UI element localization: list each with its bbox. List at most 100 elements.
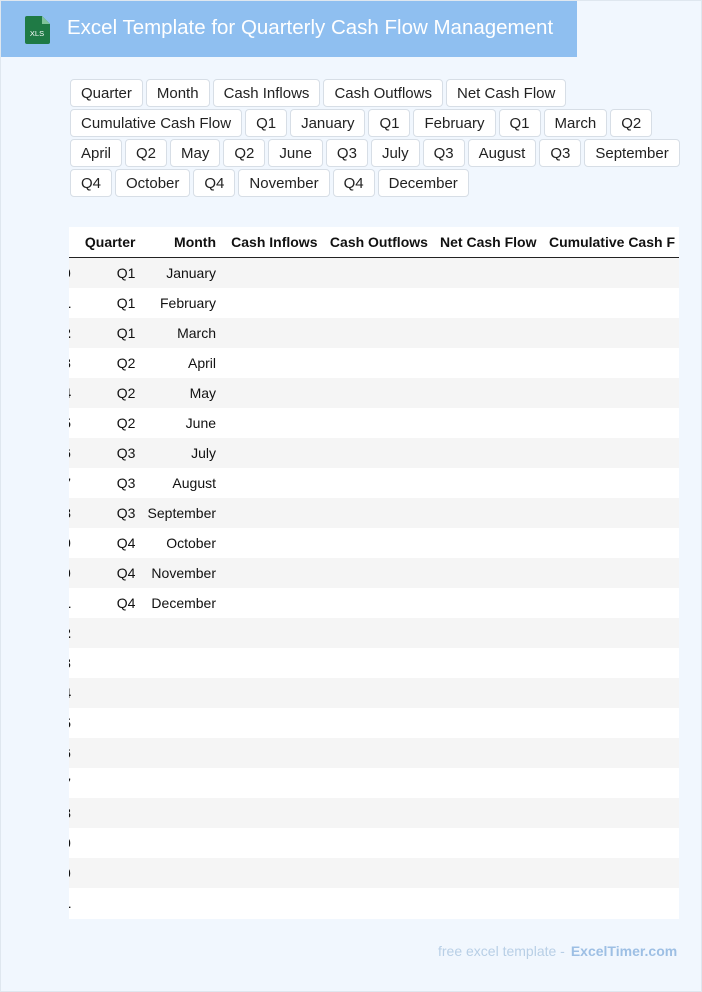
table-cell[interactable] [220,288,322,318]
table-cell[interactable] [220,828,322,858]
table-cell[interactable] [431,708,541,738]
table-cell[interactable] [139,708,221,738]
table-cell[interactable] [321,318,432,348]
table-cell[interactable] [220,708,322,738]
table-cell[interactable] [220,798,322,828]
table-cell[interactable] [540,318,679,348]
table-cell[interactable] [321,378,432,408]
table-cell[interactable] [431,828,541,858]
table-cell[interactable] [540,468,679,498]
chip-item[interactable]: April [70,139,123,167]
chip-item[interactable]: Q2 [223,139,266,167]
table-cell[interactable]: Q4 [73,558,140,588]
table-cell[interactable] [220,498,322,528]
chip-item[interactable]: Q3 [539,139,582,167]
table-cell[interactable] [431,257,541,288]
table-cell[interactable] [139,618,221,648]
table-cell[interactable] [540,708,679,738]
table-cell[interactable] [73,678,140,708]
table-cell[interactable] [540,257,679,288]
chip-item[interactable]: Q3 [422,139,465,167]
chip-item[interactable]: September [584,139,680,167]
chip-item[interactable]: Q4 [332,169,375,197]
chip-item[interactable]: June [268,139,323,167]
chip-item[interactable]: Cash Outflows [323,79,443,107]
table-cell[interactable]: Q1 [73,318,140,348]
chip-item[interactable]: Cumulative Cash Flow [70,109,243,137]
table-cell[interactable]: Q1 [73,288,140,318]
table-cell[interactable]: Q2 [73,348,140,378]
table-cell[interactable] [431,618,541,648]
table-cell[interactable] [321,888,432,918]
table-cell[interactable]: September [139,498,221,528]
table-cell[interactable] [73,618,140,648]
table-cell[interactable] [431,858,541,888]
table-cell[interactable] [431,378,541,408]
table-cell[interactable] [73,738,140,768]
table-cell[interactable] [73,828,140,858]
table-cell[interactable]: Q3 [73,438,140,468]
table-cell[interactable] [321,798,432,828]
table-cell[interactable]: Q3 [73,468,140,498]
table-cell[interactable] [139,768,221,798]
table-cell[interactable] [431,438,541,468]
table-cell[interactable] [540,858,679,888]
table-cell[interactable] [431,648,541,678]
table-cell[interactable] [139,648,221,678]
table-cell[interactable] [220,348,322,378]
chip-item[interactable]: Q4 [70,169,113,197]
table-cell[interactable] [73,768,140,798]
chip-item[interactable]: March [543,109,608,137]
table-cell[interactable] [540,618,679,648]
table-cell[interactable] [220,768,322,798]
table-cell[interactable] [540,528,679,558]
table-cell[interactable] [220,678,322,708]
table-cell[interactable] [220,858,322,888]
table-cell[interactable] [540,558,679,588]
table-cell[interactable] [139,888,221,918]
chip-item[interactable]: Q1 [368,109,411,137]
table-cell[interactable] [139,798,221,828]
table-cell[interactable] [431,588,541,618]
chip-item[interactable]: Month [145,79,210,107]
table-cell[interactable] [540,288,679,318]
table-cell[interactable] [220,588,322,618]
table-cell[interactable] [220,438,322,468]
table-cell[interactable]: Q2 [73,378,140,408]
table-cell[interactable] [321,528,432,558]
table-cell[interactable]: Q4 [73,528,140,558]
table-cell[interactable] [431,408,541,438]
table-cell[interactable] [540,348,679,378]
chip-item[interactable]: February [413,109,496,137]
table-cell[interactable] [220,618,322,648]
table-cell[interactable] [321,768,432,798]
table-cell[interactable]: June [139,408,221,438]
chip-item[interactable]: Q4 [193,169,236,197]
table-cell[interactable] [220,468,322,498]
table-cell[interactable] [220,318,322,348]
table-cell[interactable] [540,588,679,618]
table-cell[interactable] [73,648,140,678]
chip-item[interactable]: May [170,139,221,167]
table-cell[interactable] [321,438,432,468]
table-cell[interactable] [540,888,679,918]
table-cell[interactable] [321,558,432,588]
table-cell[interactable] [540,828,679,858]
chip-item[interactable]: Quarter [70,79,143,107]
table-cell[interactable] [139,678,221,708]
table-cell[interactable]: Q2 [73,408,140,438]
table-cell[interactable]: November [139,558,221,588]
table-cell[interactable] [431,348,541,378]
chip-item[interactable]: November [238,169,330,197]
table-cell[interactable] [540,798,679,828]
table-cell[interactable] [431,678,541,708]
table-cell[interactable]: December [139,588,221,618]
table-cell[interactable] [321,648,432,678]
table-cell[interactable] [321,678,432,708]
table-cell[interactable] [540,378,679,408]
table-cell[interactable] [321,588,432,618]
chip-item[interactable]: Cash Inflows [212,79,321,107]
table-cell[interactable] [220,738,322,768]
table-cell[interactable] [431,498,541,528]
table-cell[interactable]: February [139,288,221,318]
